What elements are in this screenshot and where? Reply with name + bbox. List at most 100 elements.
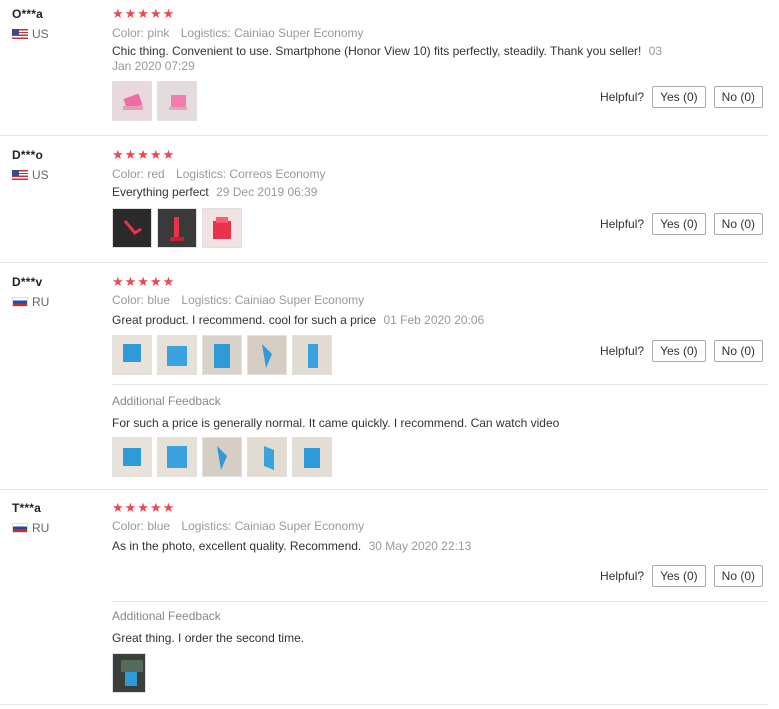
color-value: pink [147,26,170,40]
logistics-value: Correos Economy [229,167,326,181]
color-value: red [147,167,165,181]
helpful-label: Helpful? [600,90,645,104]
reviewer-country: US [12,27,49,41]
helpful-label: Helpful? [600,569,645,583]
pink-stand-photo [123,93,143,111]
helpful-no-button[interactable]: No (0) [713,565,763,587]
reviewer-country: RU [12,295,49,309]
logistics-value: Cainiao Super Economy [234,293,365,307]
logistics-label: Logistics: [181,293,232,307]
review-date: 29 Dec 2019 06:39 [216,185,318,199]
additional-photos [112,653,146,693]
blue-stand-photo [167,346,187,366]
logistics-label: Logistics: [176,167,227,181]
logistics-value: Cainiao Super Economy [234,26,364,40]
review-photos [112,335,332,375]
review-photos [112,208,242,248]
review-photo[interactable] [157,437,197,477]
color-label: Color: [112,519,145,533]
review-text: Everything perfect 29 Dec 2019 06:39 [112,185,317,200]
review-date: 01 Feb 2020 20:06 [383,313,485,327]
blue-stand-photo [123,344,141,362]
helpful-yes-button[interactable]: Yes (0) [652,565,706,587]
review-text: Chic thing. Convenient to use. Smartphon… [112,44,692,74]
red-stand-photo [123,220,142,235]
reviewer-name: O***a [12,7,44,21]
reviewer-country: US [12,168,49,182]
color-label: Color: [112,293,145,307]
blue-stand-photo [262,344,272,368]
review-divider [0,262,768,263]
helpful-yes-button[interactable]: Yes (0) [652,86,706,108]
review-text: Great product. I recommend. cool for suc… [112,313,484,328]
review-date-cont: Jan 2020 07:29 [112,59,195,73]
blue-stand-photo [123,448,141,466]
review-divider [0,489,768,490]
review-divider [0,135,768,136]
product-meta: Color: pink Logistics: Cainiao Super Eco… [112,26,364,40]
pink-stand-photo [169,95,187,110]
helpful-yes-button[interactable]: Yes (0) [652,340,706,362]
product-meta: Color: red Logistics: Correos Economy [112,167,325,181]
color-value: blue [147,293,171,307]
country-code: US [32,168,49,182]
review-photo[interactable] [112,437,152,477]
additional-feedback-label: Additional Feedback [112,609,221,623]
review-body: Everything perfect [112,185,209,199]
star-rating: ★★★★★ [112,147,176,162]
review-date: 03 [648,44,663,58]
red-stand-photo [170,217,184,241]
helpful-yes-button[interactable]: Yes (0) [652,213,706,235]
review-photo[interactable] [112,335,152,375]
blue-stand-photo [217,446,227,470]
review-photo[interactable] [112,81,152,121]
country-code: US [32,27,49,41]
logistics-label: Logistics: [181,519,232,533]
review-photo[interactable] [247,335,287,375]
blue-stand-photo [264,446,274,470]
helpful-votes: Helpful? Yes (0) No (0) [600,86,763,108]
review-photo[interactable] [202,208,242,248]
review-photo[interactable] [157,81,197,121]
color-label: Color: [112,26,145,40]
star-rating: ★★★★★ [112,500,176,515]
blue-stand-photo [214,344,230,368]
product-meta: Color: blue Logistics: Cainiao Super Eco… [112,519,364,533]
additional-feedback-label: Additional Feedback [112,394,221,408]
helpful-no-button[interactable]: No (0) [713,86,763,108]
star-rating: ★★★★★ [112,274,176,289]
additional-photos [112,437,332,477]
blue-stand-photo [304,448,320,468]
reviewer-name: D***v [12,275,43,289]
review-photo[interactable] [112,208,152,248]
review-photo[interactable] [292,335,332,375]
review-date: 30 May 2020 22:13 [368,539,472,553]
review-photo[interactable] [202,335,242,375]
helpful-label: Helpful? [600,217,645,231]
us-flag-icon [12,29,28,39]
country-code: RU [32,521,50,535]
review-divider [0,704,768,705]
review-photo[interactable] [292,437,332,477]
helpful-label: Helpful? [600,344,645,358]
helpful-no-button[interactable]: No (0) [713,213,763,235]
helpful-no-button[interactable]: No (0) [713,340,763,362]
review-photo[interactable] [202,437,242,477]
additional-feedback-text: For such a price is generally normal. It… [112,416,560,430]
review-body: As in the photo, excellent quality. Reco… [112,539,362,553]
blue-stand-photo [308,344,318,368]
review-photo[interactable] [157,208,197,248]
ru-flag-icon [12,523,28,533]
review-body: Great product. I recommend. cool for suc… [112,313,377,327]
helpful-votes: Helpful? Yes (0) No (0) [600,213,763,235]
reviewer-country: RU [12,521,49,535]
color-value: blue [147,519,171,533]
review-photo[interactable] [112,653,146,693]
logistics-label: Logistics: [180,26,231,40]
additional-divider [112,601,768,602]
blue-stand-photo [121,660,143,686]
review-photo[interactable] [157,335,197,375]
country-code: RU [32,295,50,309]
review-photo[interactable] [247,437,287,477]
color-label: Color: [112,167,145,181]
